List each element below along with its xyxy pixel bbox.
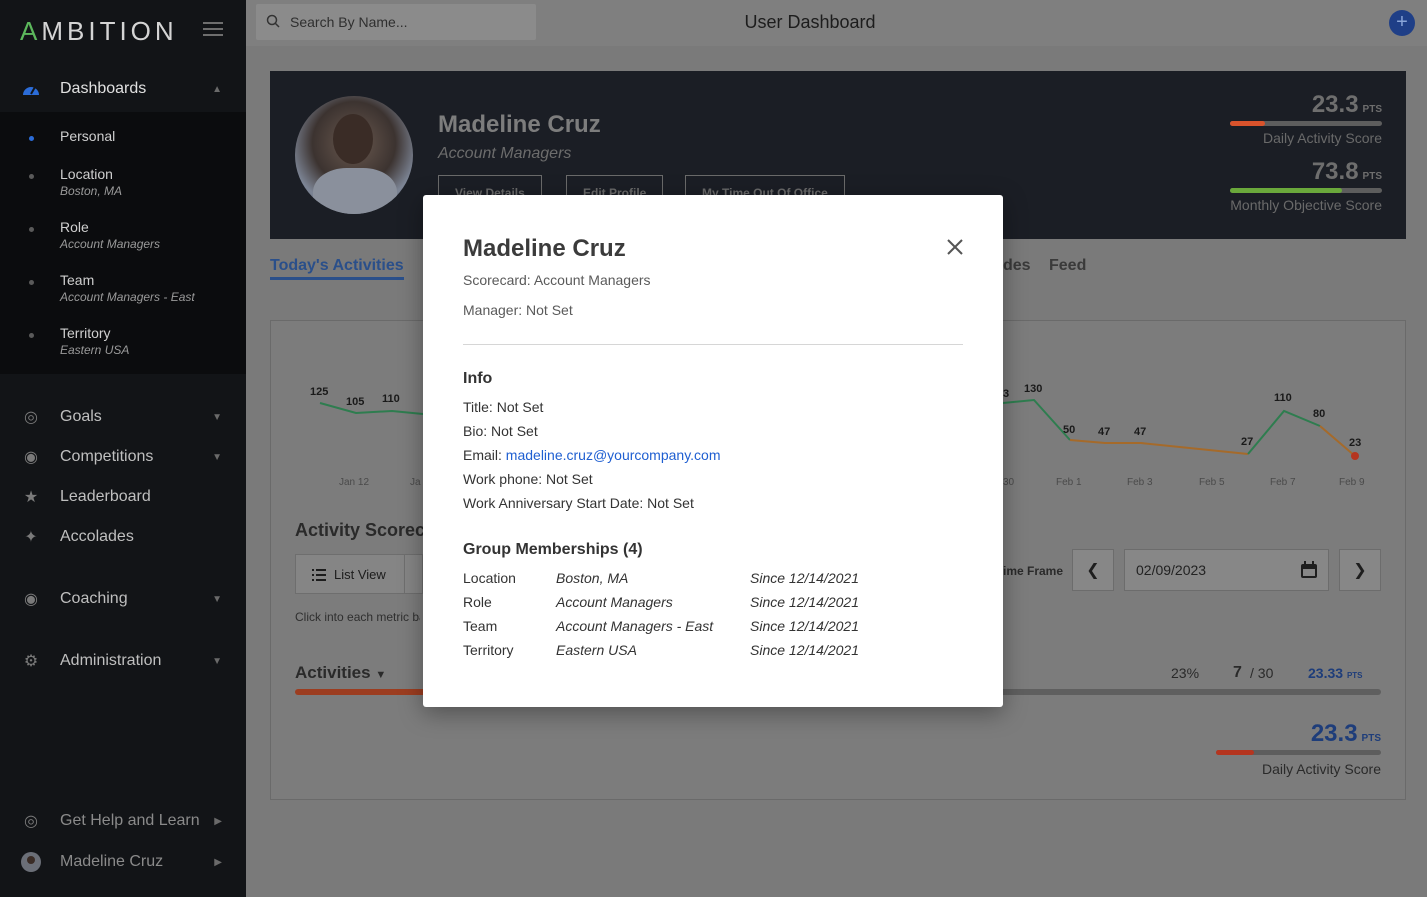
chart-tick-label: Feb 1 — [1056, 477, 1082, 488]
modal-groups-heading: Group Memberships (4) — [463, 541, 643, 558]
calendar-icon[interactable] — [1300, 561, 1318, 579]
chart-data-label: 23 — [1349, 437, 1362, 449]
modal-info-heading: Info — [463, 370, 493, 387]
chart-data-label: 125 — [310, 386, 329, 398]
group-row: Role Account Managers Since 12/14/2021 — [463, 594, 859, 610]
time-frame-label: ime Frame — [1003, 564, 1064, 578]
chart-data-label: 130 — [1024, 383, 1043, 395]
chart-tick-label: Feb 7 — [1270, 477, 1296, 488]
chart-line-right-green-2 — [1247, 409, 1321, 455]
chart-line-left — [319, 402, 424, 415]
group-row: Territory Eastern USA Since 12/14/2021 — [463, 642, 859, 658]
modal-manager: Manager: Not Set — [463, 302, 573, 318]
chart-tick-label: 30 — [1003, 477, 1015, 488]
chart-tick-label: Feb 9 — [1339, 477, 1365, 488]
modal-user-name: Madeline Cruz — [463, 235, 626, 262]
previous-date-button[interactable]: ❮ — [1072, 549, 1114, 591]
chart-data-label: 50 — [1063, 424, 1076, 436]
bottom-daily-activity-score: 23.3 PTS Daily Activity Score — [1216, 720, 1381, 777]
modal-scorecard: Scorecard: Account Managers — [463, 272, 651, 288]
chart-tick-label: Feb 5 — [1199, 477, 1225, 488]
close-icon[interactable] — [945, 237, 965, 257]
activities-count: 7 — [1233, 664, 1242, 681]
activities-points: 23.33 PTS — [1308, 665, 1363, 681]
date-picker[interactable] — [1124, 549, 1329, 591]
grid-view-button[interactable] — [405, 554, 423, 594]
chart-line-right-orange — [1069, 439, 1249, 455]
chart-data-label: 110 — [1274, 392, 1292, 404]
modal-divider — [463, 344, 963, 345]
chart-data-label: 105 — [346, 396, 365, 408]
activities-dropdown[interactable]: Activities ▼ — [295, 663, 386, 683]
chart-line-right-green — [1002, 398, 1071, 441]
list-view-button[interactable]: List View — [295, 554, 405, 594]
modal-phone-line: Work phone: Not Set — [463, 471, 593, 487]
chart-data-label: 110 — [382, 393, 400, 405]
activities-percent: 23% — [1171, 665, 1200, 681]
activities-progress-fill — [295, 689, 423, 695]
chevron-down-icon: ▼ — [375, 669, 387, 681]
chart-tick-label: Jan 12 — [339, 477, 370, 488]
bottom-score-progress — [1216, 750, 1381, 755]
activity-scorecard-title: Activity Scoreca — [295, 520, 436, 540]
chart-point-current — [1351, 452, 1359, 460]
modal-bio-line: Bio: Not Set — [463, 423, 538, 439]
user-details-modal: Madeline Cruz Scorecard: Account Manager… — [423, 195, 1003, 707]
list-icon — [312, 569, 326, 581]
chart-tick-label: Feb 3 — [1127, 477, 1153, 488]
chevron-right-icon: ❯ — [1353, 562, 1367, 579]
modal-email-line: Email: madeline.cruz@yourcompany.com — [463, 447, 721, 463]
modal-anniversary-line: Work Anniversary Start Date: Not Set — [463, 495, 694, 511]
next-date-button[interactable]: ❯ — [1339, 549, 1381, 591]
chart-data-label: 3 — [1003, 388, 1010, 400]
chart-data-label: 27 — [1241, 436, 1254, 448]
chevron-left-icon: ❮ — [1086, 562, 1100, 579]
chart-data-label: 80 — [1313, 408, 1326, 420]
scorecard-hint: Click into each metric ba — [295, 610, 420, 624]
activities-count-total: / 30 — [1250, 665, 1274, 681]
modal-title-line: Title: Not Set — [463, 399, 544, 415]
group-row: Location Boston, MA Since 12/14/2021 — [463, 570, 859, 586]
date-input[interactable] — [1136, 562, 1286, 578]
chart-tick-label: Ja — [410, 477, 421, 488]
chart-data-label: 47 — [1098, 426, 1111, 438]
group-row: Team Account Managers - East Since 12/14… — [463, 618, 859, 634]
email-link[interactable]: madeline.cruz@yourcompany.com — [506, 447, 721, 463]
activities-progress-track — [1003, 689, 1381, 695]
chart-data-label: 47 — [1134, 426, 1147, 438]
